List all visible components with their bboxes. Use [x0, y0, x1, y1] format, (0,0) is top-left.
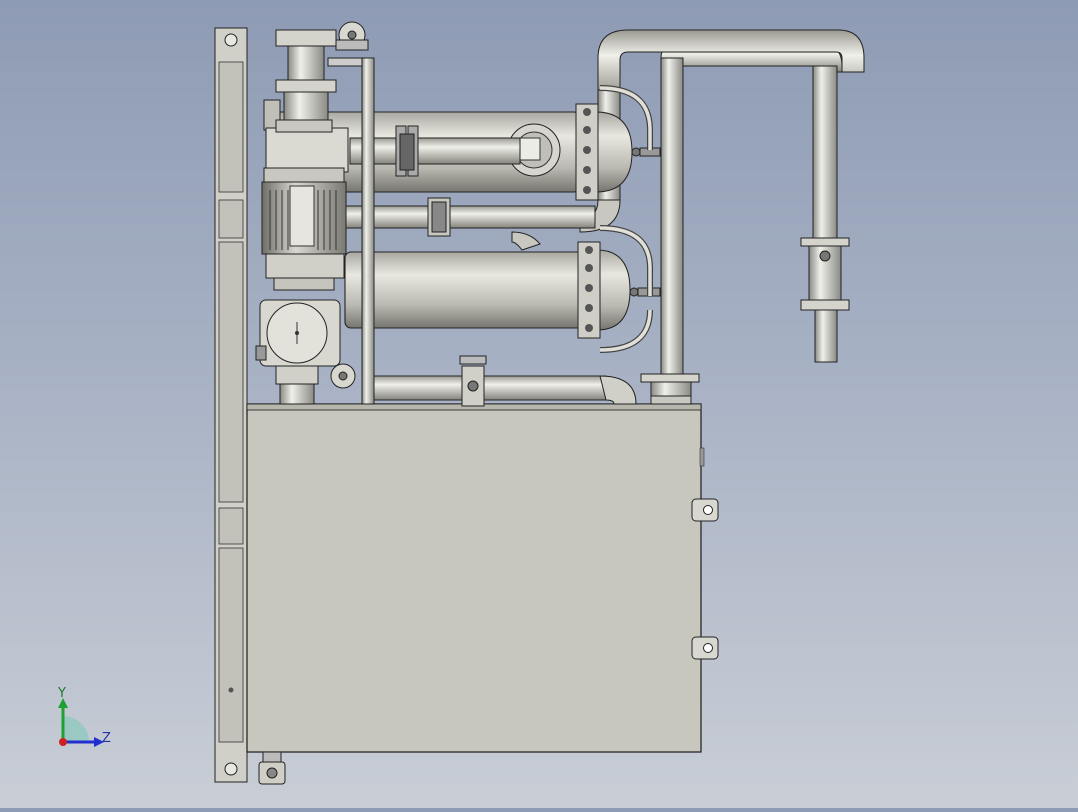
butterfly-valve[interactable] — [459, 355, 487, 407]
strainer[interactable] — [255, 299, 356, 405]
return-pipe[interactable] — [640, 43, 850, 405]
handwheel-valve[interactable] — [330, 363, 356, 389]
handwheel-valve[interactable] — [335, 21, 369, 51]
tank[interactable] — [246, 403, 719, 753]
support-frame[interactable] — [214, 27, 248, 783]
lifting-lug — [691, 498, 719, 522]
suction-pipe[interactable] — [369, 355, 637, 407]
assembly-model[interactable] — [0, 0, 1078, 808]
z-axis-label: Z — [102, 731, 111, 746]
cad-viewport[interactable]: Y Z — [0, 0, 1078, 808]
lifting-lug — [691, 636, 719, 660]
lower-filter-vessel[interactable] — [344, 241, 661, 339]
motor-pump[interactable] — [261, 99, 349, 291]
coordinate-triad — [58, 698, 104, 747]
crossover-pipe[interactable] — [344, 197, 596, 251]
drain-valve[interactable] — [258, 751, 286, 785]
y-axis-label: Y — [58, 686, 66, 701]
